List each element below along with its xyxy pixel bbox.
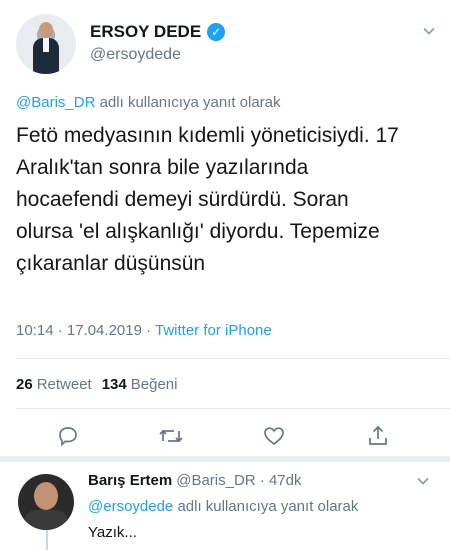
reply-author-name[interactable]: Barış Ertem	[88, 472, 172, 489]
tweet-timestamp[interactable]: 10:14 · 17.04.2019 ·	[16, 322, 155, 339]
reply-text: Yazık...	[88, 524, 137, 541]
author-display-name[interactable]: ERSOY DEDE ✓	[90, 22, 226, 42]
divider	[16, 358, 450, 359]
tweet-stats: 26 Retweet 134 Beğeni	[16, 376, 177, 393]
author-handle[interactable]: @ersoydede	[90, 46, 225, 64]
like-icon	[264, 427, 284, 446]
thread-line	[46, 530, 48, 550]
retweet-count: 26	[16, 376, 33, 393]
reply-mention-link[interactable]: @ersoydede	[88, 498, 173, 515]
reply-button[interactable]	[54, 422, 82, 450]
reply-icon	[59, 427, 77, 447]
reply-author-avatar[interactable]	[18, 474, 74, 530]
retweet-icon	[159, 429, 183, 443]
reply-context: @Baris_DR adlı kullanıcıya yanıt olarak	[16, 94, 281, 111]
share-button[interactable]	[364, 422, 392, 450]
tweet-text-line: hocaefendi demeyi sürdürdü. Soran	[16, 188, 349, 211]
author-avatar[interactable]	[16, 14, 76, 74]
reply-context: @ersoydede adlı kullanıcıya yanıt olarak	[88, 498, 358, 515]
retweet-button[interactable]	[157, 422, 185, 450]
like-label: Beğeni	[130, 376, 178, 393]
author-name-block[interactable]: ERSOY DEDE ✓ @ersoydede	[90, 22, 226, 64]
chevron-down-icon[interactable]	[416, 474, 430, 488]
retweet-label: Retweet	[36, 376, 92, 393]
reply-header: Barış Ertem @Baris_DR · 47dk	[88, 472, 302, 489]
like-stat[interactable]: 134 Beğeni	[102, 376, 178, 393]
reply-tweet[interactable]: Barış Ertem @Baris_DR · 47dk @ersoydede a…	[0, 460, 450, 550]
verified-badge-icon: ✓	[207, 23, 226, 41]
tweet-meta: 10:14 · 17.04.2019 · Twitter for iPhone	[16, 322, 272, 339]
tweet-text-line: Aralık'tan sonra bile yazılarında	[16, 156, 309, 179]
like-count: 134	[101, 376, 127, 393]
reply-mention-link[interactable]: @Baris_DR	[16, 94, 95, 111]
reply-context-suffix: adlı kullanıcıya yanıt olarak	[173, 498, 359, 515]
retweet-stat[interactable]: 26 Retweet	[16, 376, 92, 393]
tweet-text-line: çıkaranlar düşünsün	[16, 252, 206, 275]
tweet-actions	[0, 416, 450, 456]
divider	[16, 408, 450, 409]
share-icon	[369, 425, 387, 445]
tweet-text: Fetö medyasının kıdemli yöneticisiydi. 1…	[16, 120, 436, 280]
reply-handle-time[interactable]: @Baris_DR · 47dk	[176, 472, 301, 489]
tweet-text-line: olursa 'el alışkanlığı' diyordu. Tepemiz…	[16, 220, 380, 243]
chevron-down-icon[interactable]	[422, 24, 436, 38]
author-name-text[interactable]: ERSOY DEDE	[90, 22, 201, 42]
tweet-header: ERSOY DEDE ✓ @ersoydede	[16, 12, 436, 76]
tweet-source-link[interactable]: Twitter for iPhone	[155, 322, 272, 339]
reply-context-suffix: adlı kullanıcıya yanıt olarak	[95, 94, 281, 111]
like-button[interactable]	[260, 422, 288, 450]
tweet-text-line: Fetö medyasının kıdemli yöneticisiydi. 1…	[16, 124, 399, 147]
